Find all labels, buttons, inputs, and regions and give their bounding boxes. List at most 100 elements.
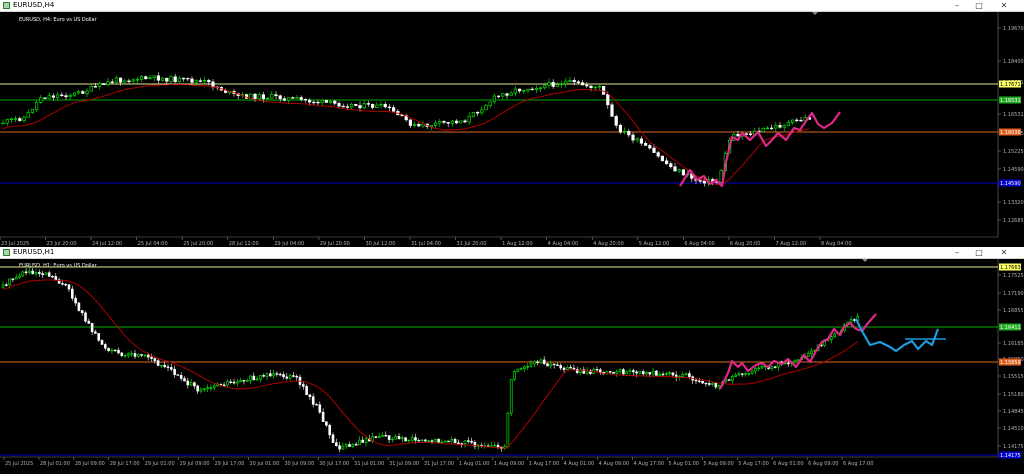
window-titlebar[interactable]: EURUSD,H1 – □ ✕	[0, 247, 1024, 259]
window-title: EURUSD,H1	[13, 248, 55, 256]
price-label: 1.12685	[1003, 218, 1024, 224]
candle	[117, 349, 120, 354]
time-label: 4 Aug 01:00	[564, 461, 595, 467]
candle	[829, 336, 833, 340]
price-tag-label: 1.16036	[1000, 130, 1021, 136]
candle	[89, 85, 93, 92]
time-label: 1 Aug 17:00	[529, 461, 560, 467]
candle	[203, 388, 206, 390]
candle	[123, 80, 127, 83]
minimize-button[interactable]: –	[948, 247, 966, 258]
candle	[303, 98, 308, 101]
candle	[18, 118, 22, 121]
candle	[80, 310, 84, 314]
candle	[453, 439, 457, 444]
candle	[730, 376, 734, 381]
candle	[182, 77, 186, 80]
price-chart[interactable]: EURUSD, H1: Euro vs US Dollar 1.17525 1.1…	[0, 259, 1024, 474]
candle	[770, 366, 774, 370]
candle	[211, 81, 215, 88]
price-label: 1.18400	[1003, 59, 1024, 65]
candle	[572, 367, 576, 370]
chart-window-h1[interactable]: EURUSD,H1 – □ ✕ EURUSD, H1: Euro vs US D…	[0, 247, 1024, 474]
candle	[194, 80, 198, 83]
candle	[316, 101, 320, 104]
price-label: 1.14590	[1003, 167, 1024, 173]
price-label: 1.14510	[1003, 426, 1024, 432]
candle	[387, 435, 391, 440]
candlestick-chart[interactable]: EURUSD, H4: Euro vs US Dollar 1.19670 1.1…	[0, 12, 1024, 248]
candle	[44, 272, 48, 276]
close-button[interactable]: ✕	[995, 0, 1013, 11]
candle	[707, 383, 711, 385]
candle	[110, 81, 114, 83]
close-button[interactable]: ✕	[995, 247, 1013, 258]
candle	[328, 424, 332, 436]
minimize-button[interactable]: –	[948, 0, 966, 11]
candle	[786, 122, 790, 126]
candle	[717, 385, 721, 388]
candlestick-chart[interactable]: EURUSD, H1: Euro vs US Dollar 1.17525 1.1…	[0, 259, 1024, 474]
candle	[450, 120, 455, 124]
price-label: 1.17525	[1003, 273, 1024, 279]
candle	[595, 369, 599, 371]
window-titlebar[interactable]: EURUSD,H4 – □ ✕	[0, 0, 1024, 12]
candle	[446, 122, 450, 124]
candle	[459, 120, 463, 124]
maximize-button[interactable]: □	[970, 247, 988, 258]
candle	[97, 333, 100, 341]
chart-window-icon	[3, 2, 10, 9]
candle	[761, 127, 765, 132]
candle	[614, 116, 618, 126]
candle	[120, 352, 124, 356]
candle	[664, 160, 669, 164]
price-label: 1.14845	[1003, 409, 1024, 415]
candle	[627, 131, 631, 136]
candle	[652, 147, 656, 153]
candle	[593, 86, 597, 89]
time-label: 6 Aug 01:00	[773, 461, 804, 467]
candle	[239, 380, 242, 383]
candle	[466, 440, 470, 442]
candle	[366, 103, 371, 105]
candle	[615, 371, 619, 374]
candle	[341, 105, 345, 108]
candle	[673, 166, 677, 172]
candle	[253, 93, 257, 100]
candle	[669, 163, 673, 168]
candle	[509, 379, 513, 414]
time-label: 29 Jul 17:00	[215, 461, 245, 467]
candle	[196, 385, 199, 392]
candle	[547, 82, 551, 86]
candle	[123, 354, 127, 357]
chart-window-h4[interactable]: EURUSD,H4 – □ ✕ EURUSD, H4: Euro vs US D…	[0, 0, 1024, 248]
candle	[84, 312, 87, 322]
candle	[206, 387, 209, 390]
candle	[90, 323, 94, 333]
candle	[660, 155, 664, 162]
candle	[513, 88, 517, 94]
candle	[645, 372, 648, 375]
candle	[265, 373, 269, 377]
candle	[622, 131, 627, 133]
candle	[443, 440, 447, 443]
chart-content: 1.175251.171901.168551.161851.158501.155…	[0, 259, 1024, 467]
time-label: 29 Jul 01:00	[145, 461, 175, 467]
candle	[362, 103, 366, 109]
price-tag-label: 1.16531	[1000, 98, 1021, 104]
candle	[5, 119, 9, 124]
candle	[782, 125, 786, 128]
maximize-button[interactable]: □	[970, 0, 988, 11]
candle	[144, 76, 148, 80]
candle	[417, 124, 421, 127]
candle	[447, 440, 450, 443]
price-label: 1.15515	[1003, 374, 1024, 380]
candle	[203, 79, 207, 82]
candle	[543, 84, 547, 89]
candle	[589, 85, 593, 88]
candle	[424, 439, 427, 442]
candle	[43, 97, 47, 99]
price-chart[interactable]: EURUSD, H4: Euro vs US Dollar 1.19670 1.1…	[0, 12, 1024, 248]
candle	[806, 353, 810, 357]
candle	[166, 366, 170, 368]
